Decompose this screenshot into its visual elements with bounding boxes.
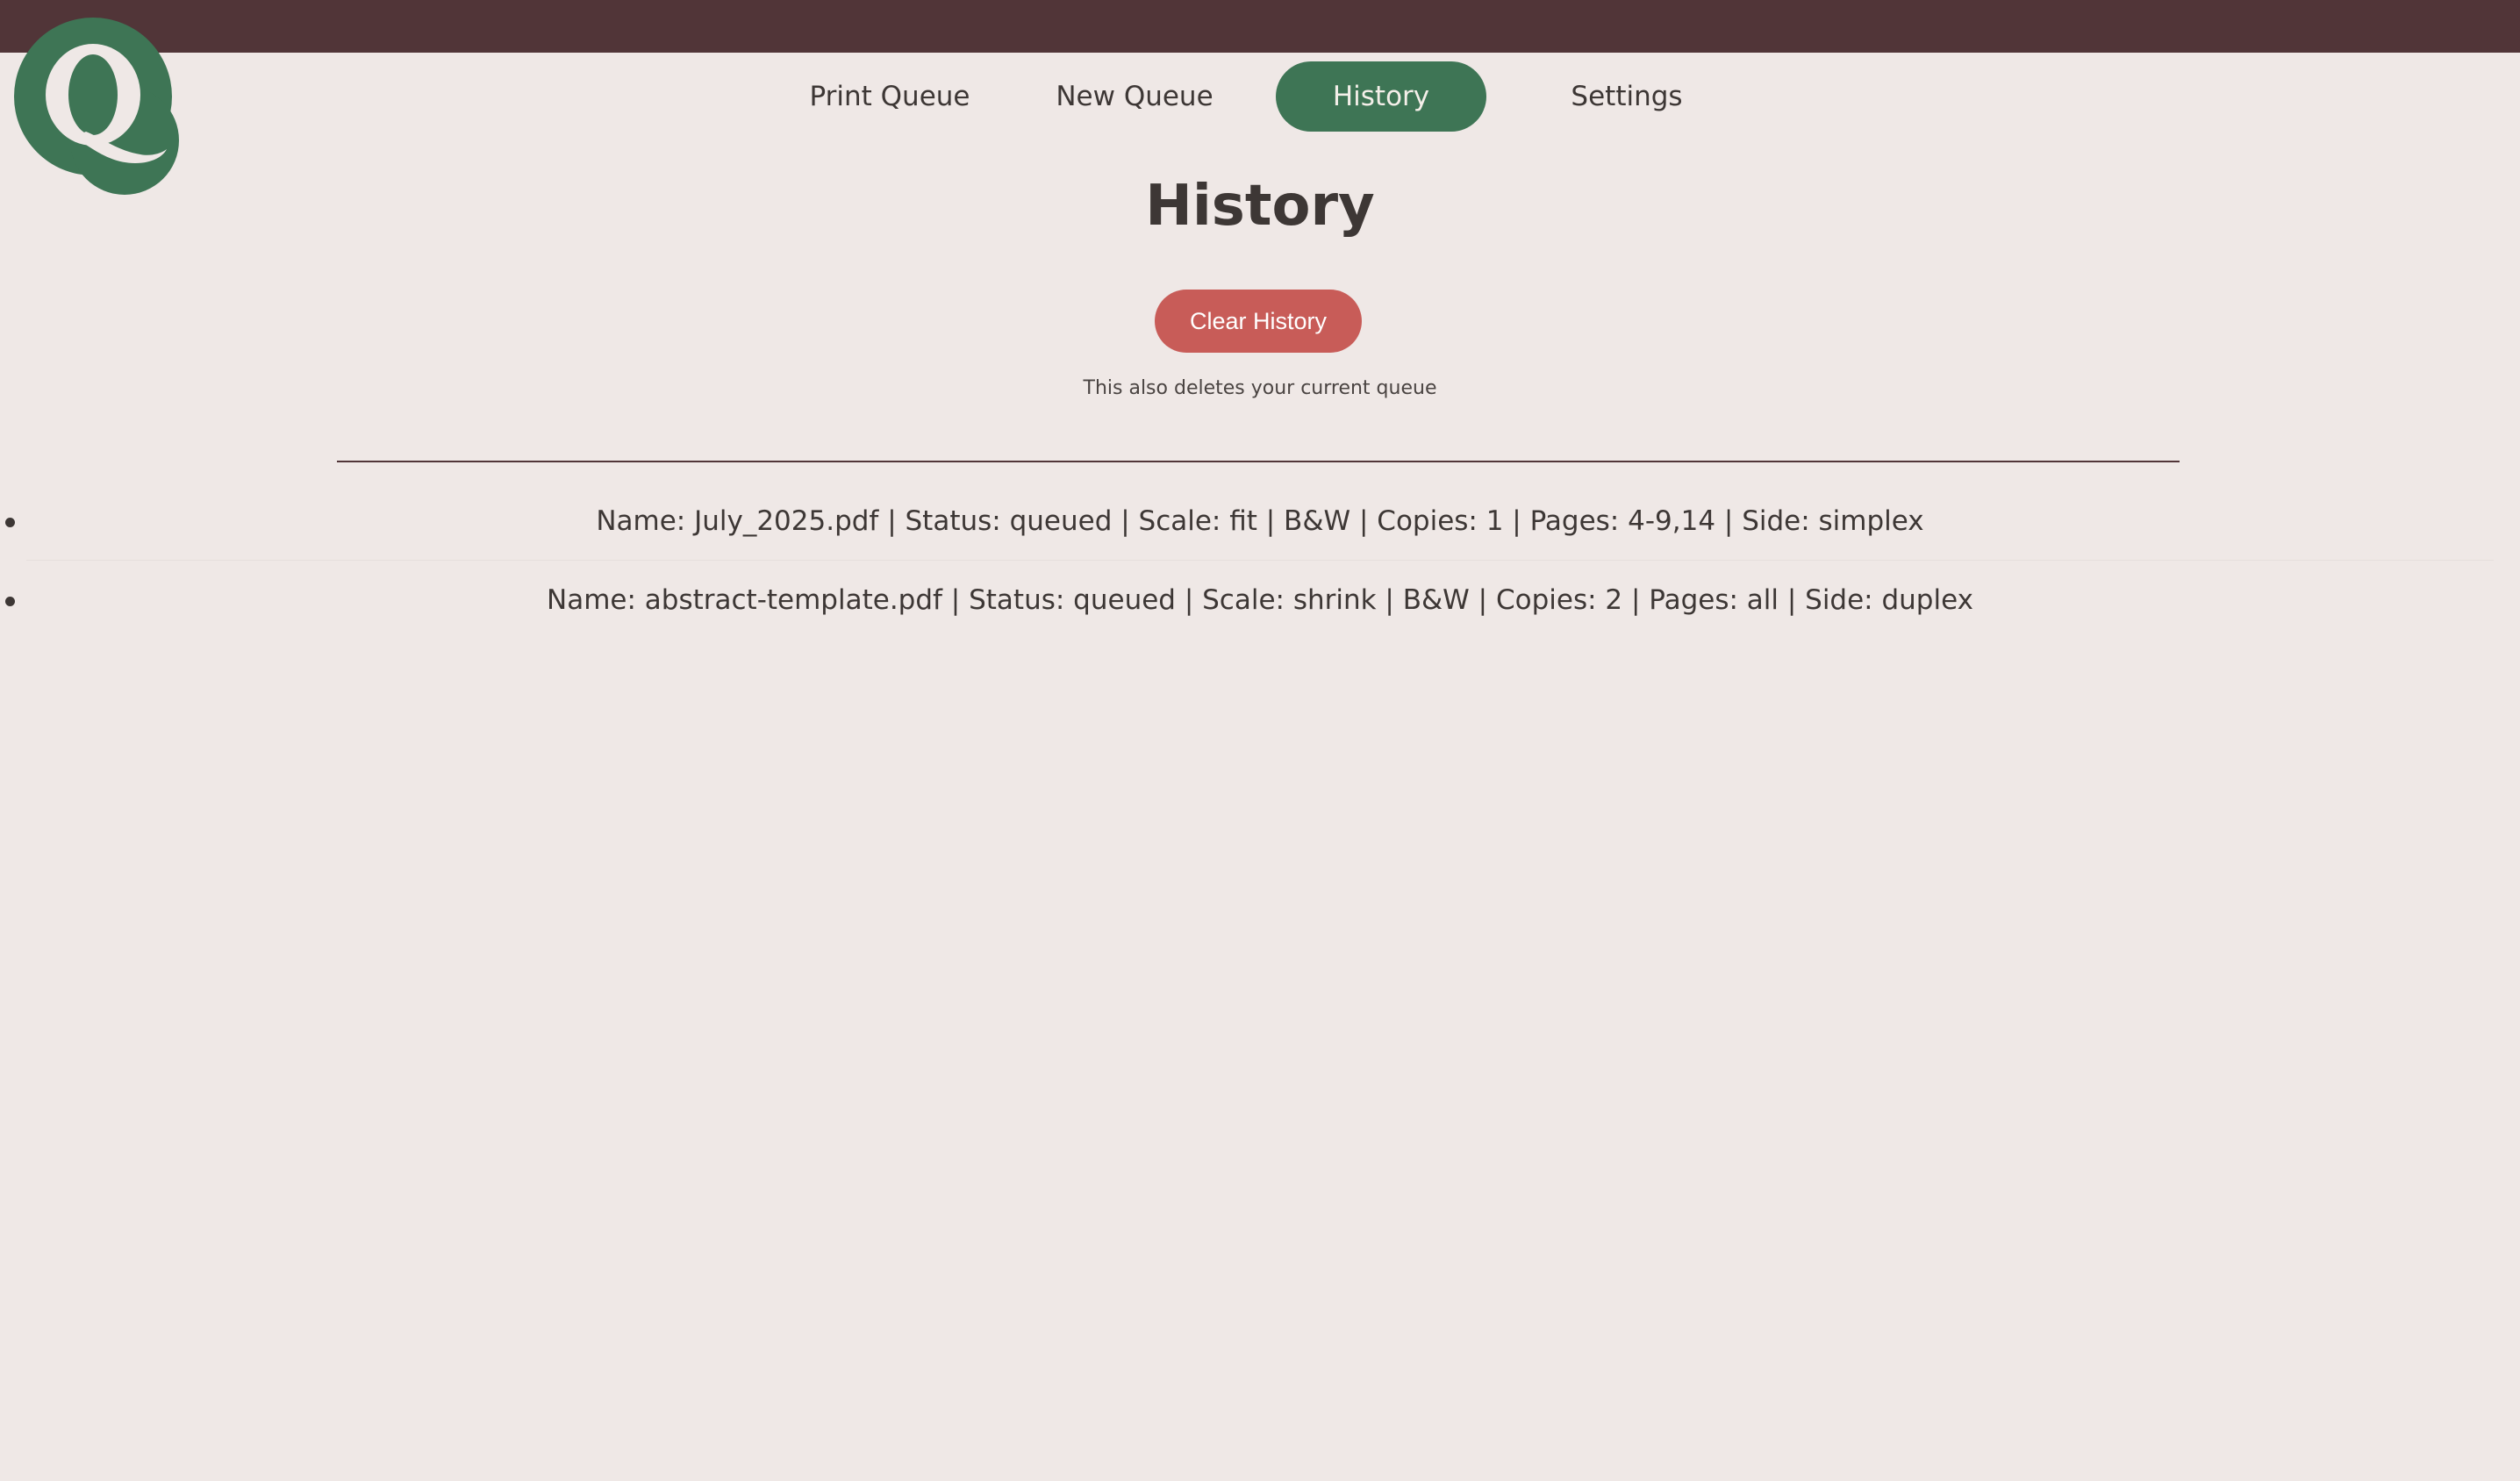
nav-history[interactable]: History — [1276, 61, 1486, 132]
history-item-text: Name: abstract-template.pdf | Status: qu… — [547, 584, 1973, 616]
main-nav: Print Queue New Queue History Settings — [0, 61, 2520, 132]
nav-print-queue[interactable]: Print Queue — [797, 61, 983, 132]
bullet-icon — [5, 518, 15, 527]
divider — [337, 461, 2180, 462]
history-item-text: Name: July_2025.pdf | Status: queued | S… — [596, 505, 1924, 537]
nav-new-queue[interactable]: New Queue — [1037, 61, 1232, 132]
history-item: Name: abstract-template.pdf | Status: qu… — [0, 560, 2520, 630]
clear-history-note: This also deletes your current queue — [1083, 377, 1437, 399]
top-bar — [0, 0, 2520, 53]
page-title: History — [1145, 174, 1375, 239]
bullet-icon — [5, 597, 15, 606]
history-item: Name: July_2025.pdf | Status: queued | S… — [0, 491, 2520, 551]
clear-history-button[interactable]: Clear History — [1155, 290, 1362, 353]
history-list: Name: July_2025.pdf | Status: queued | S… — [0, 491, 2520, 649]
nav-settings[interactable]: Settings — [1553, 61, 1700, 132]
